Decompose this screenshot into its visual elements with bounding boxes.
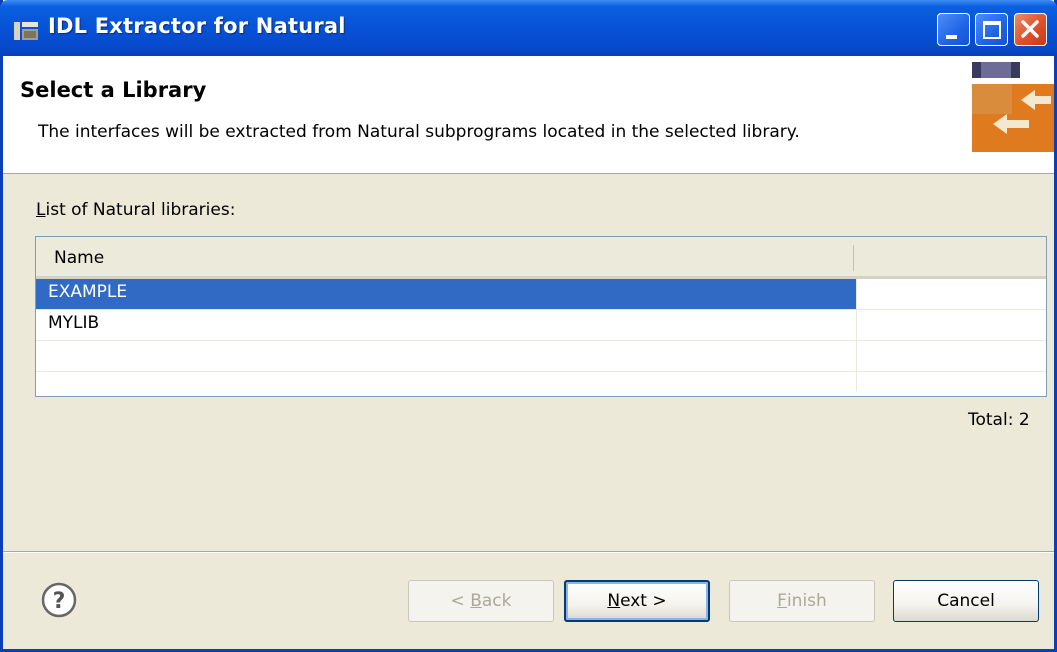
wizard-header: Select a Library The interfaces will be …: [3, 56, 1054, 174]
wizard-dialog: IDL Extractor for Natural Select a Libra…: [0, 0, 1057, 652]
footer-separator: [3, 551, 1054, 553]
library-name-cell: EXAMPLE: [36, 279, 856, 309]
total-count: Total: 2: [968, 410, 1030, 430]
table-row[interactable]: EXAMPLE: [36, 279, 1046, 310]
library-name-cell: MYLIB: [48, 313, 100, 333]
minimize-icon: [946, 35, 957, 39]
column-header-name[interactable]: Name: [54, 248, 104, 268]
next-button[interactable]: Next >: [564, 580, 710, 622]
eclipse-window-icon: [14, 22, 38, 40]
close-icon: [1021, 20, 1039, 38]
svg-text:?: ?: [53, 589, 66, 614]
back-button[interactable]: < Back: [408, 580, 554, 622]
column-divider[interactable]: [853, 245, 854, 271]
column-separator: [856, 279, 857, 391]
maximize-icon: [983, 21, 1001, 39]
window-title: IDL Extractor for Natural: [48, 14, 346, 38]
table-row-empty: [36, 341, 1046, 372]
page-title: Select a Library: [20, 78, 207, 102]
table-row-empty: [36, 372, 1046, 403]
libraries-list-label: List of Natural libraries:: [36, 200, 236, 220]
help-question-icon[interactable]: ?: [41, 582, 77, 618]
table-header: Name: [36, 237, 1046, 279]
cancel-button[interactable]: Cancel: [893, 580, 1039, 622]
title-bar[interactable]: IDL Extractor for Natural: [0, 0, 1057, 56]
table-row[interactable]: MYLIB: [36, 310, 1046, 341]
maximize-button[interactable]: [975, 13, 1008, 46]
minimize-button[interactable]: [937, 13, 970, 46]
extract-arrows-icon: [972, 62, 1054, 152]
close-button[interactable]: [1014, 13, 1047, 46]
libraries-table[interactable]: Name EXAMPLE MYLIB: [35, 236, 1047, 397]
page-description: The interfaces will be extracted from Na…: [38, 122, 800, 142]
finish-button[interactable]: Finish: [729, 580, 875, 622]
